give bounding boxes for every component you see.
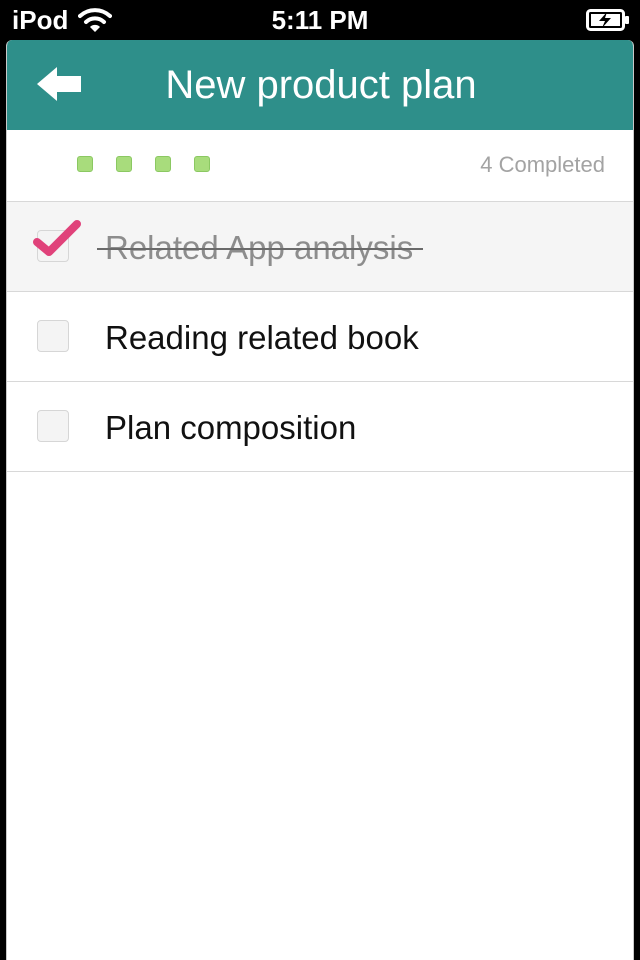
checkmark-icon <box>33 220 81 256</box>
progress-dot <box>194 156 210 172</box>
status-bar: iPod 5:11 PM <box>0 0 640 40</box>
task-list: Related App analysis Reading related boo… <box>7 202 633 472</box>
task-label: Plan composition <box>105 409 357 446</box>
task-item[interactable]: Reading related book <box>7 292 633 382</box>
progress-dot <box>116 156 132 172</box>
progress-indicator <box>77 156 233 176</box>
page-title: New product plan <box>165 63 477 107</box>
task-item[interactable]: Plan composition <box>7 382 633 472</box>
nav-bar: New product plan <box>7 40 633 130</box>
task-item[interactable]: Related App analysis <box>7 202 633 292</box>
checklist-card: New product plan 4 Completed Related App… <box>6 40 634 960</box>
completed-count: 4 Completed <box>480 152 605 177</box>
task-label: Reading related book <box>105 319 419 356</box>
status-time: 5:11 PM <box>271 5 369 35</box>
battery-charging-icon <box>586 9 629 31</box>
empty-list-area <box>7 472 633 960</box>
task-checkbox[interactable] <box>37 410 69 442</box>
progress-dot <box>77 156 93 172</box>
task-checkbox[interactable] <box>37 320 69 352</box>
strikethrough-line <box>97 248 424 250</box>
progress-row: 4 Completed <box>7 130 633 202</box>
progress-dot <box>155 156 171 172</box>
task-label: Related App analysis <box>97 228 424 268</box>
